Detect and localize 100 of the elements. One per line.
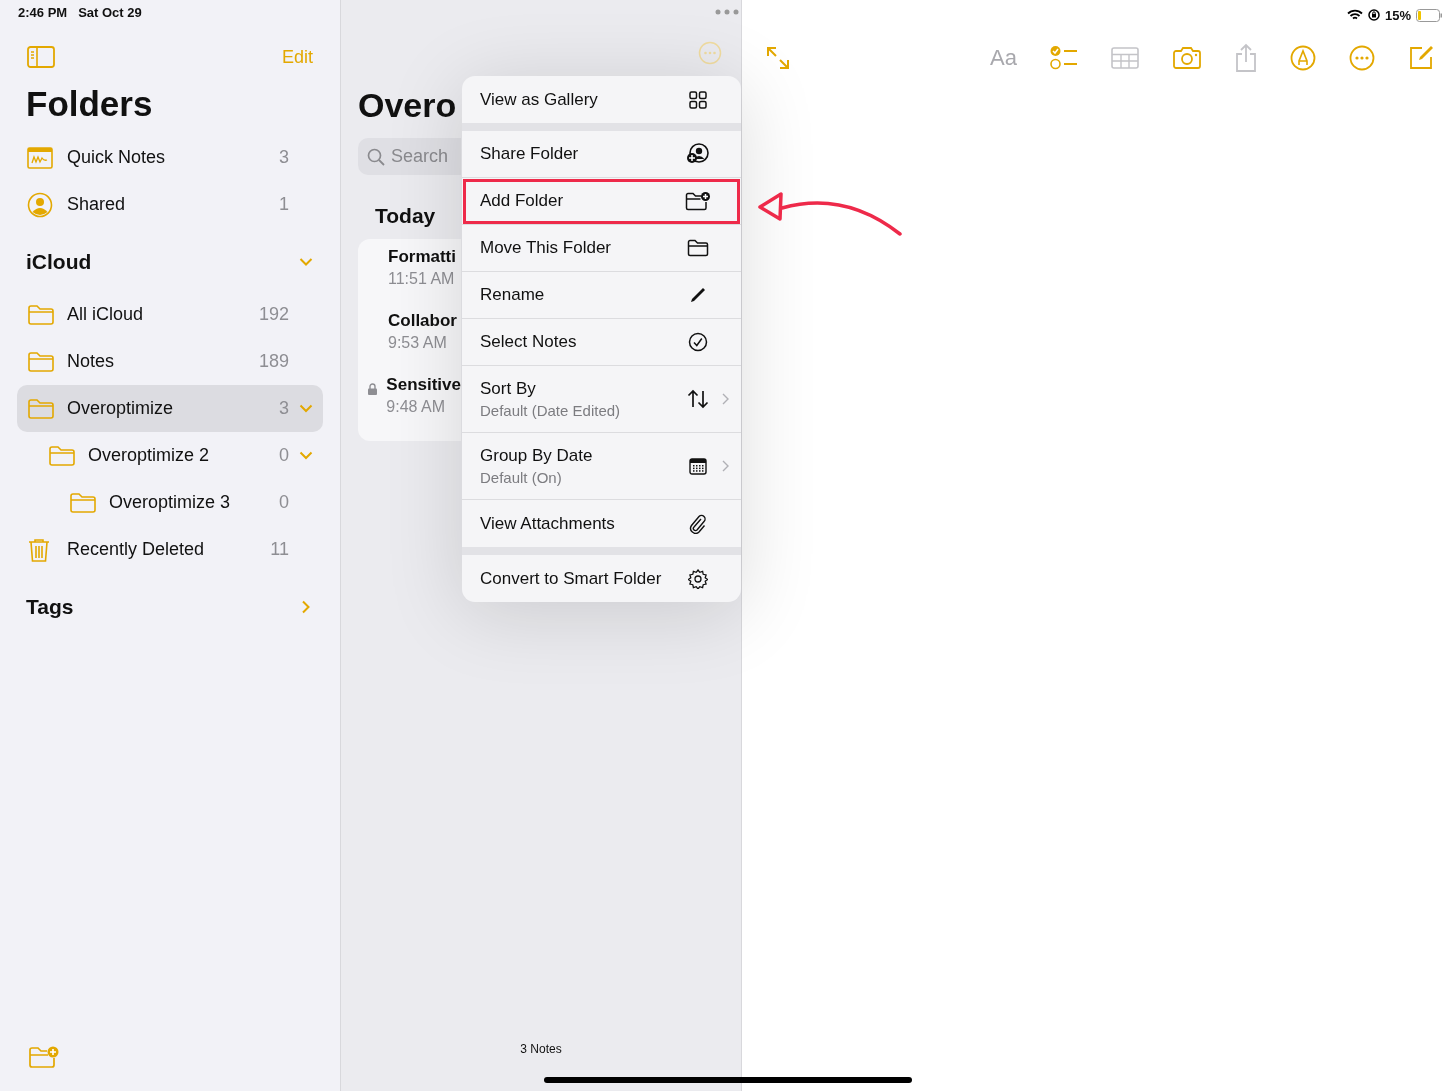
menu-item[interactable]: Select Notes: [462, 319, 741, 366]
folder-row[interactable]: Overoptimize 2 0: [17, 432, 323, 479]
paperclip-icon: [689, 513, 707, 534]
quick-note-icon: [27, 146, 53, 169]
menu-item-subtitle: Default (On): [480, 469, 563, 486]
status-date: Sat Oct 29: [78, 5, 142, 22]
note-time: 9:48 AM: [386, 398, 447, 416]
folder-icon: [27, 397, 55, 420]
status-time: 2:46 PM: [18, 5, 68, 22]
lock-icon: [367, 383, 377, 395]
trash-icon: [27, 536, 51, 563]
note-count: 0: [278, 445, 289, 466]
note-row[interactable]: Sensitive 9:48 AM: [358, 372, 461, 436]
checkmark-circle-icon: [688, 332, 708, 352]
note-count: 11: [269, 539, 289, 560]
folder-name: Recently Deleted: [67, 539, 206, 560]
folder-row[interactable]: All iCloud 192: [17, 291, 323, 338]
folder-row[interactable]: Notes 189: [17, 338, 323, 385]
note-title: Formatti: [388, 247, 456, 267]
folder-icon: [69, 491, 97, 514]
battery-percent: 15%: [1384, 7, 1411, 23]
menu-item-label: Select Notes: [480, 332, 578, 352]
person-add-icon: [686, 143, 710, 165]
note-time: 11:51 AM: [388, 270, 456, 288]
section-title: iCloud: [26, 250, 92, 274]
folder-icon: [27, 303, 55, 326]
wifi-icon: [1346, 9, 1363, 21]
folder-name: Quick Notes: [67, 147, 167, 168]
chevron-icon[interactable]: [299, 404, 313, 413]
folder-row[interactable]: Shared 1: [17, 181, 323, 228]
note-count: 1: [278, 194, 289, 215]
folder-name: All iCloud: [67, 304, 145, 325]
folder-icon: [27, 350, 55, 373]
menu-item[interactable]: Convert to Smart Folder: [462, 555, 741, 602]
pen-circle-icon[interactable]: [1290, 45, 1316, 71]
note-count: 3: [278, 398, 289, 419]
menu-item[interactable]: Group By Date Default (On): [462, 433, 741, 500]
folder-title: Overo: [358, 86, 458, 125]
menu-item[interactable]: View as Gallery: [462, 76, 741, 123]
menu-item[interactable]: Add Folder: [462, 178, 741, 225]
camera-icon[interactable]: [1172, 46, 1202, 70]
folder-icon: [48, 444, 76, 467]
menu-item-subtitle: Default (Date Edited): [480, 402, 622, 419]
page-title: Folders: [26, 84, 154, 124]
menu-item[interactable]: Rename: [462, 272, 741, 319]
sort-arrows-icon: [687, 389, 709, 409]
orientation-lock-icon: [1367, 9, 1380, 21]
chevron-right-icon: [722, 393, 729, 405]
note-count: 0: [278, 492, 289, 513]
battery-icon: [1416, 8, 1443, 22]
menu-item[interactable]: Share Folder: [462, 131, 741, 178]
chevron-icon[interactable]: [299, 451, 313, 460]
folder-row[interactable]: Quick Notes 3: [17, 134, 323, 181]
note-time: 9:53 AM: [388, 334, 448, 352]
more-icon[interactable]: [1349, 45, 1375, 71]
section-title: Today: [375, 204, 437, 228]
section-title: Tags: [26, 595, 74, 619]
sidebar-toggle-icon[interactable]: [27, 46, 55, 68]
menu-item-label: View Attachments: [480, 513, 616, 534]
folder-plus-icon[interactable]: [28, 1045, 60, 1069]
person-circle-icon: [27, 191, 53, 218]
note-title: Collabor: [388, 311, 457, 331]
menu-item[interactable]: Move This Folder: [462, 225, 741, 272]
expand-arrows-icon[interactable]: [765, 45, 791, 71]
compose-icon[interactable]: [1408, 45, 1434, 71]
grid-icon: [689, 90, 707, 109]
folder-plus-icon: [685, 191, 711, 211]
folder-name: Overoptimize 2: [88, 445, 211, 466]
note-title: Sensitive: [386, 375, 461, 395]
menu-item-label: Move This Folder: [480, 238, 612, 258]
multitasking-dots-icon[interactable]: [715, 9, 739, 15]
note-count: 3 Notes: [520, 1042, 562, 1056]
folder-name: Overoptimize 3: [109, 492, 232, 513]
menu-item-label: Add Folder: [480, 191, 565, 211]
menu-item[interactable]: View Attachments: [462, 500, 741, 547]
folder-row[interactable]: Overoptimize 3 0: [17, 479, 323, 526]
folder-name: Shared: [67, 194, 127, 215]
note-count: 189: [258, 351, 289, 372]
calendar-icon: [689, 457, 707, 475]
note-row[interactable]: Collabor 9:53 AM: [358, 308, 461, 372]
gear-icon: [688, 568, 708, 589]
folder-name: Overoptimize: [67, 398, 175, 419]
menu-item[interactable]: Sort By Default (Date Edited): [462, 366, 741, 433]
menu-item-label: Rename: [480, 285, 546, 305]
menu-item-label: Sort By: [480, 379, 537, 399]
folder-row[interactable]: Recently Deleted 11: [17, 526, 323, 573]
checklist-icon[interactable]: [1050, 45, 1078, 71]
menu-item-label: View as Gallery: [480, 89, 599, 110]
search-icon: [367, 147, 385, 166]
folder-icon: [687, 239, 709, 257]
more-icon[interactable]: [698, 41, 722, 65]
chevron-right-icon: [722, 460, 729, 472]
menu-item-label: Convert to Smart Folder: [480, 568, 663, 589]
folder-row[interactable]: Overoptimize 3: [17, 385, 323, 432]
note-count: 192: [258, 304, 289, 325]
menu-item-label: Group By Date: [480, 446, 594, 466]
note-count: 3: [278, 147, 289, 168]
pencil-icon: [689, 286, 707, 304]
note-row[interactable]: Formatti 11:51 AM: [358, 244, 461, 308]
menu-item-label: Share Folder: [480, 144, 580, 164]
